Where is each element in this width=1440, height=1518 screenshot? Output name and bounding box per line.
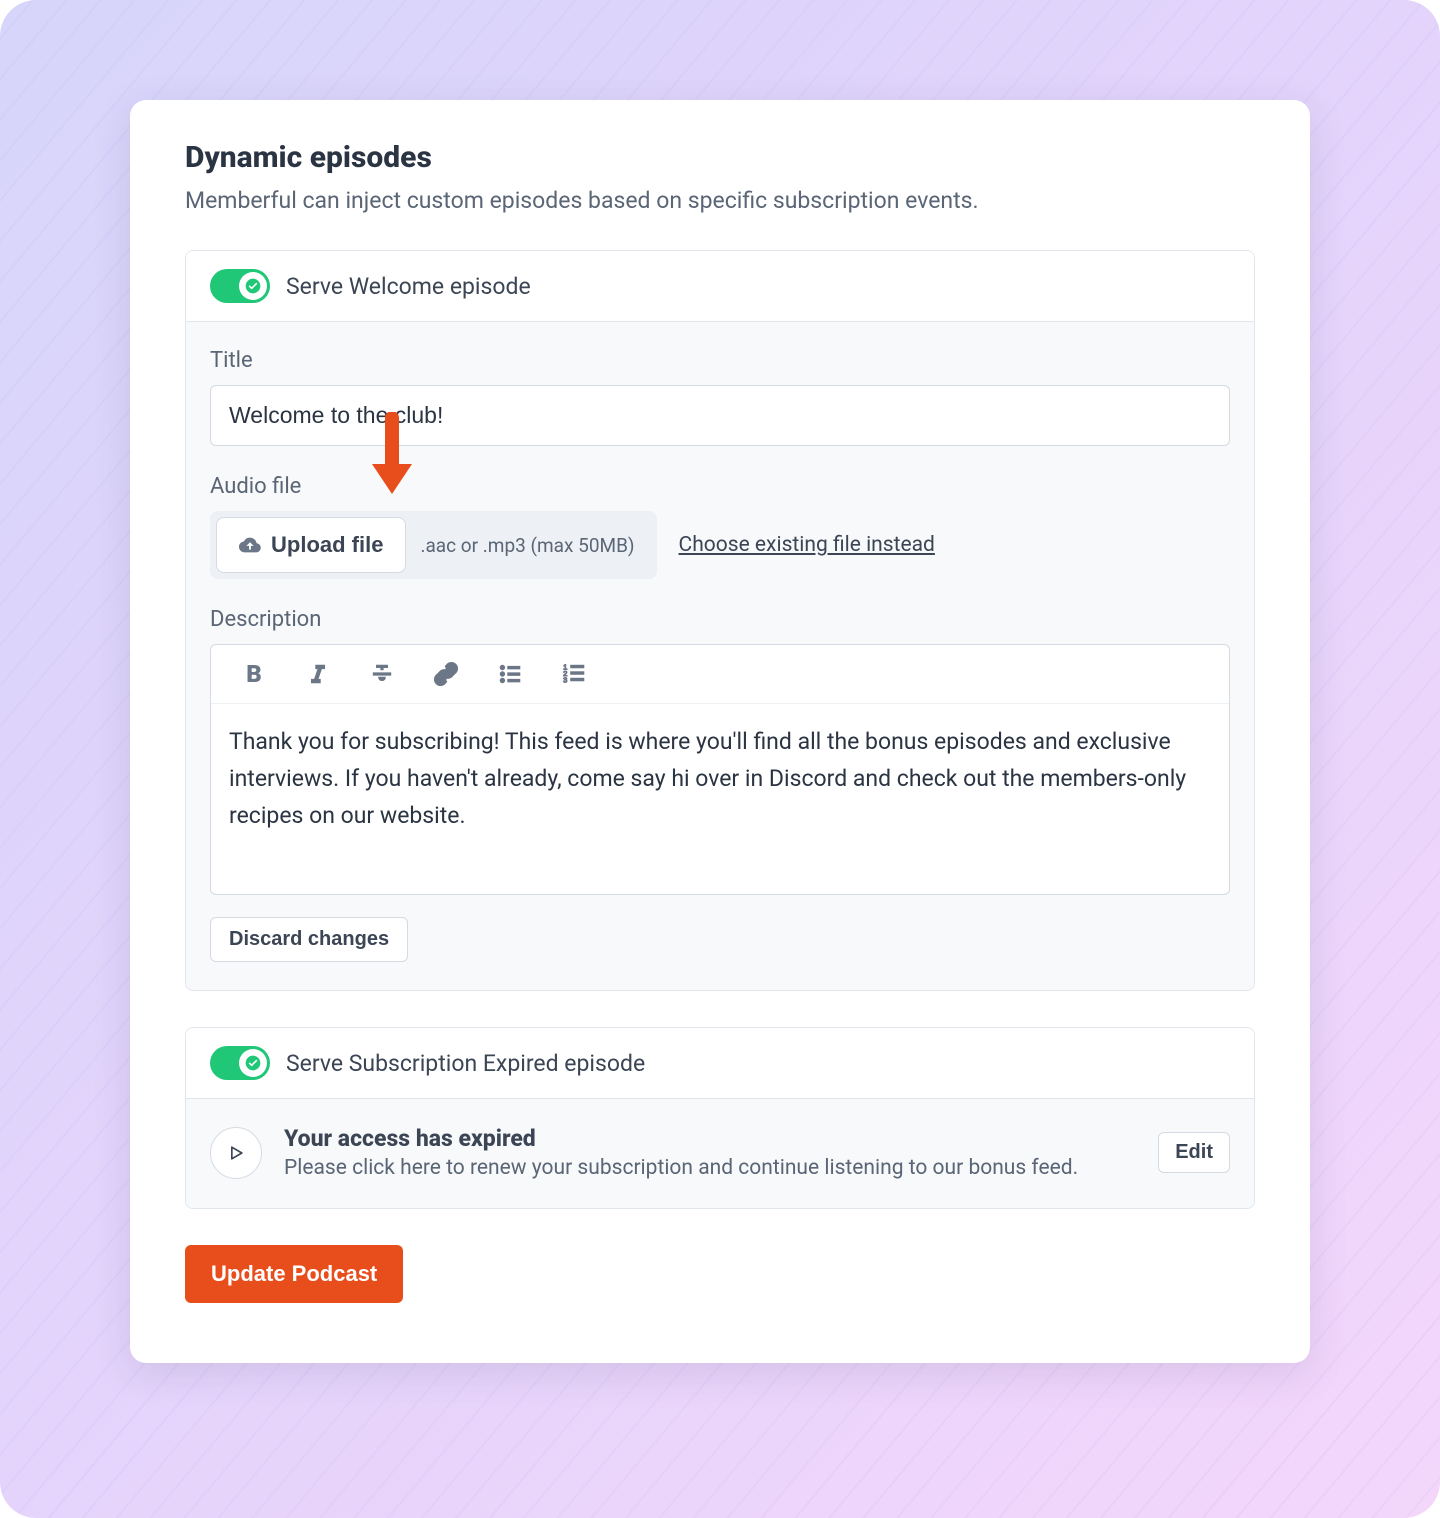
description-label: Description xyxy=(210,607,1230,632)
upload-row: Upload file .aac or .mp3 (max 50MB) Choo… xyxy=(210,511,1230,579)
welcome-toggle[interactable] xyxy=(210,269,270,303)
expired-text: Your access has expired Please click her… xyxy=(284,1125,1136,1180)
expired-toggle-label: Serve Subscription Expired episode xyxy=(286,1050,645,1077)
welcome-card-header: Serve Welcome episode xyxy=(186,251,1254,321)
upload-pill: Upload file .aac or .mp3 (max 50MB) xyxy=(210,511,657,579)
editor-toolbar: B xyxy=(211,645,1229,704)
play-button[interactable] xyxy=(210,1127,262,1179)
strikethrough-button[interactable] xyxy=(367,659,397,689)
welcome-card-body: Title Audio file Upload file xyxy=(186,321,1254,990)
play-icon xyxy=(226,1143,246,1163)
expired-card-header: Serve Subscription Expired episode xyxy=(186,1028,1254,1098)
rich-text-editor: B xyxy=(210,644,1230,895)
title-field: Title xyxy=(210,348,1230,446)
upload-file-button[interactable]: Upload file xyxy=(216,517,406,573)
italic-button[interactable] xyxy=(303,659,333,689)
expired-episode-card: Serve Subscription Expired episode Your … xyxy=(185,1027,1255,1209)
audio-label: Audio file xyxy=(210,474,1230,499)
expired-toggle[interactable] xyxy=(210,1046,270,1080)
bullet-list-button[interactable] xyxy=(495,659,525,689)
cloud-upload-icon xyxy=(239,534,261,556)
check-icon xyxy=(239,1049,267,1077)
edit-button[interactable]: Edit xyxy=(1158,1132,1230,1173)
description-field: Description B xyxy=(210,607,1230,895)
settings-panel: Dynamic episodes Memberful can inject cu… xyxy=(130,100,1310,1363)
description-input[interactable]: Thank you for subscribing! This feed is … xyxy=(211,704,1229,894)
upload-hint: .aac or .mp3 (max 50MB) xyxy=(412,534,656,557)
check-icon xyxy=(239,272,267,300)
expired-title: Your access has expired xyxy=(284,1125,1136,1152)
update-podcast-button[interactable]: Update Podcast xyxy=(185,1245,403,1303)
welcome-toggle-label: Serve Welcome episode xyxy=(286,273,531,300)
audio-field: Audio file Upload file .aac or .mp3 (max… xyxy=(210,474,1230,579)
welcome-episode-card: Serve Welcome episode Title Audio file xyxy=(185,250,1255,991)
numbered-list-button[interactable]: 123 xyxy=(559,659,589,689)
discard-changes-button[interactable]: Discard changes xyxy=(210,917,408,962)
title-label: Title xyxy=(210,348,1230,373)
bold-button[interactable]: B xyxy=(239,659,269,689)
svg-text:3: 3 xyxy=(563,676,567,685)
choose-existing-link[interactable]: Choose existing file instead xyxy=(679,533,935,557)
upload-file-label: Upload file xyxy=(271,532,383,558)
page-background: Dynamic episodes Memberful can inject cu… xyxy=(0,0,1440,1518)
section-title: Dynamic episodes xyxy=(185,140,1255,175)
expired-card-body: Your access has expired Please click her… xyxy=(186,1098,1254,1208)
section-subtitle: Memberful can inject custom episodes bas… xyxy=(185,187,1255,214)
title-input[interactable] xyxy=(210,385,1230,446)
expired-subtitle: Please click here to renew your subscrip… xyxy=(284,1156,1136,1180)
link-button[interactable] xyxy=(431,659,461,689)
